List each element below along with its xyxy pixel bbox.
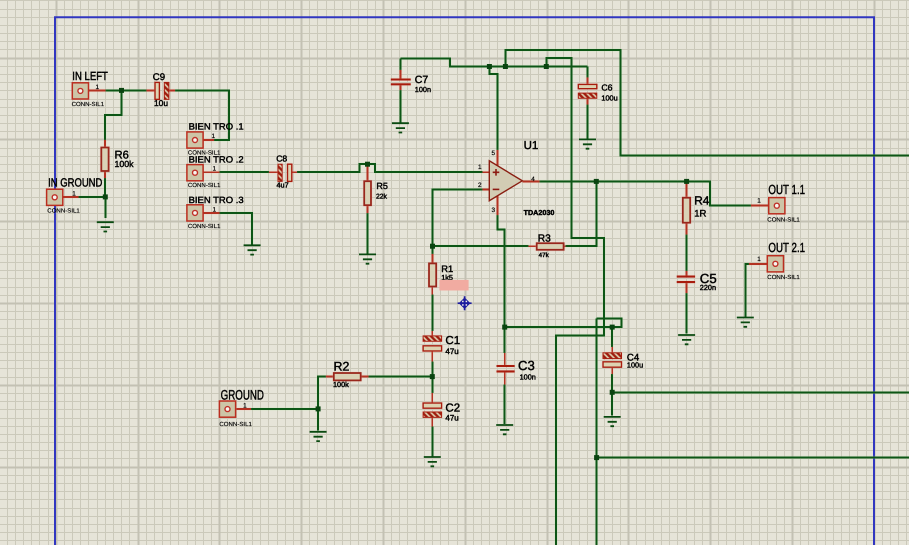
svg-text:CONN-SIL1: CONN-SIL1 [219,421,252,428]
svg-text:220n: 220n [700,283,716,292]
svg-text:R3: R3 [538,233,551,244]
svg-text:100n: 100n [415,85,431,94]
svg-text:100u: 100u [601,93,617,102]
svg-text:CONN-SIL1: CONN-SIL1 [72,101,105,108]
svg-text:C3: C3 [518,358,535,373]
svg-text:GROUND: GROUND [221,387,264,402]
svg-text:C9: C9 [153,72,165,83]
svg-text:IN GROUND: IN GROUND [48,176,102,190]
svg-text:CONN-SIL1: CONN-SIL1 [47,207,80,214]
svg-text:U1: U1 [524,140,539,152]
svg-text:2: 2 [478,182,482,189]
svg-text:5: 5 [492,150,496,157]
svg-text:CONN-SIL1: CONN-SIL1 [188,182,221,189]
svg-text:1: 1 [96,84,100,91]
svg-text:22k: 22k [376,194,388,201]
svg-text:OUT 1.1: OUT 1.1 [768,182,805,197]
svg-text:4: 4 [531,176,535,183]
svg-text:100u: 100u [627,361,643,370]
svg-text:BIEN TRO .2: BIEN TRO .2 [189,155,244,165]
svg-text:47u: 47u [445,347,458,356]
svg-text:IN LEFT: IN LEFT [72,69,108,83]
svg-text:R2: R2 [334,360,350,374]
svg-text:TDA2030: TDA2030 [524,208,555,217]
svg-text:R4: R4 [694,194,710,208]
svg-text:CONN-SIL1: CONN-SIL1 [188,223,221,230]
svg-text:BIEN TRO .3: BIEN TRO .3 [189,195,244,205]
svg-text:1: 1 [72,190,76,197]
svg-text:1R: 1R [694,209,706,220]
svg-text:3: 3 [492,207,496,214]
svg-text:CONN-SIL1: CONN-SIL1 [767,217,800,224]
svg-text:1: 1 [757,198,761,205]
svg-text:1: 1 [243,402,247,409]
svg-text:C8: C8 [276,154,287,164]
svg-text:10u: 10u [154,98,168,108]
svg-text:R5: R5 [376,181,388,191]
svg-text:CONN-SIL1: CONN-SIL1 [767,274,800,281]
svg-text:1: 1 [213,206,217,213]
svg-text:47u: 47u [445,414,458,423]
svg-text:100k: 100k [333,380,349,389]
svg-text:C1: C1 [445,335,460,347]
svg-text:100k: 100k [115,159,135,169]
svg-text:1: 1 [478,164,482,171]
svg-text:100n: 100n [520,372,536,381]
svg-text:4u7: 4u7 [277,181,289,190]
svg-text:1: 1 [213,166,217,173]
svg-text:OUT 2.1: OUT 2.1 [768,240,805,255]
svg-text:1: 1 [757,256,761,263]
svg-text:1: 1 [212,133,216,140]
svg-text:BIEN TRO .1: BIEN TRO .1 [189,122,244,132]
svg-text:47k: 47k [539,252,550,259]
svg-text:C2: C2 [445,403,460,415]
svg-text:C6: C6 [601,83,612,93]
